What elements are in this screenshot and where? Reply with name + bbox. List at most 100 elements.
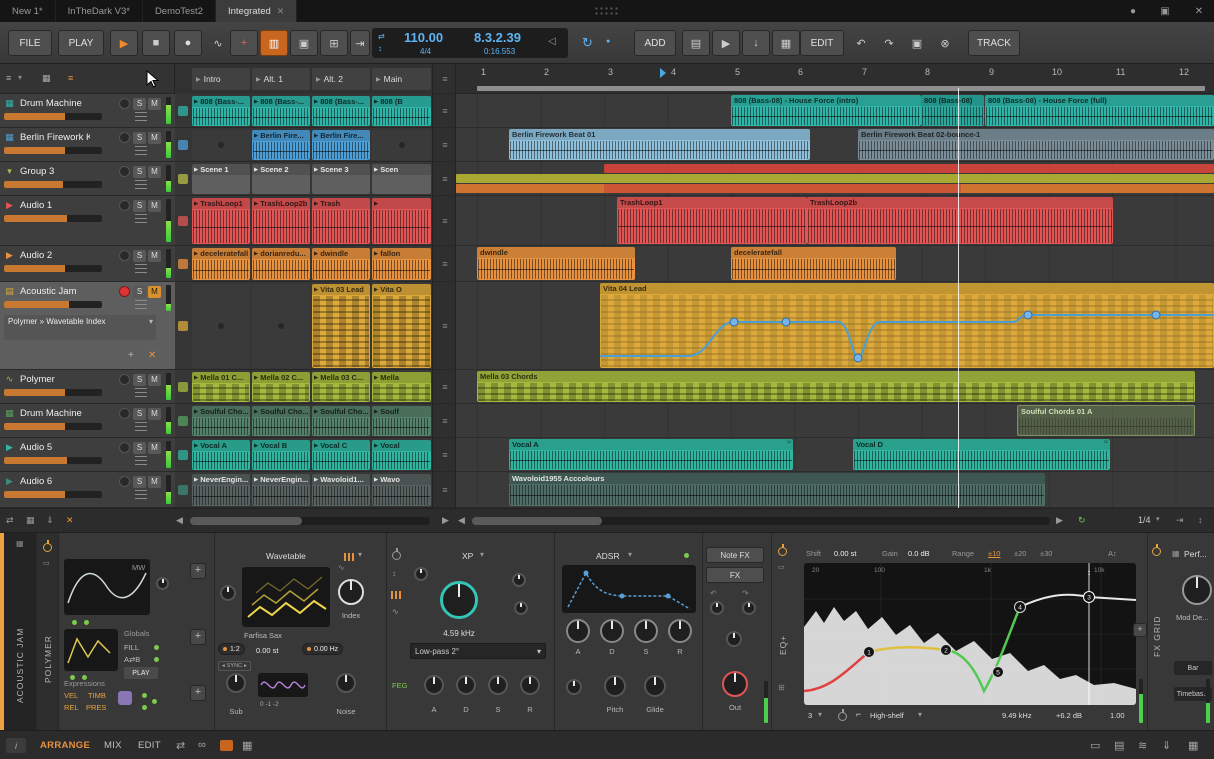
track-options-icon[interactable]: ≡ [433,64,457,94]
volume-slider[interactable] [4,389,102,396]
mute-button[interactable]: M [148,374,161,386]
edit-view-button[interactable]: EDIT [138,740,161,751]
chevron-down-icon[interactable]: ▾ [18,73,22,82]
ratio-param[interactable]: 1:2 [218,643,245,655]
env-release-knob[interactable] [668,619,692,643]
launcher-clip[interactable]: ▶ Mella 03 C... [312,372,370,402]
clip-stop-button[interactable] [178,140,188,150]
track-name[interactable]: Audio 5 [20,442,90,453]
mod-source-dot[interactable] [152,699,157,704]
clip-play-icon[interactable]: ▶ [314,251,318,257]
clip-play-icon[interactable]: ▶ [374,251,378,257]
device-track-rail[interactable]: ▦ ACOUSTIC JAM [4,533,36,731]
tempo-value[interactable]: 110.00 [404,30,443,45]
clip-play-icon[interactable]: ▶ [194,251,198,257]
add-modulator-button[interactable]: + [190,563,206,579]
arranger-track-lane[interactable]: TrashLoop1 TrashLoop2b [456,196,1214,246]
track-options-icon[interactable]: ≡ [433,94,457,128]
noise-knob[interactable] [336,673,356,693]
monitor-button[interactable] [119,476,130,487]
mute-button[interactable]: M [148,250,161,262]
track-header[interactable]: ∿ Polymer S M [0,370,175,404]
track-options-icon[interactable]: ≡ [433,128,457,162]
volume-slider[interactable] [4,147,102,154]
clip-play-icon[interactable]: ▶ [374,167,378,173]
chevron-down-icon[interactable]: ▾ [480,550,484,559]
band-drag-icon[interactable]: ↕ [1087,568,1091,577]
dual-split-icon[interactable]: ⇄ [176,739,185,752]
group-scene-clip[interactable]: ▶ Scene 3 [312,164,370,194]
track-name[interactable]: Polymer [20,374,90,385]
launcher-clip[interactable]: ▶ TrashLoop2b [252,198,310,244]
empty-clip-slot[interactable] [192,130,250,160]
link-views-icon[interactable]: ∞ [198,739,206,751]
empty-clip-slot[interactable] [252,284,310,368]
arranger-clip[interactable]: Berlin Firework Beat 02-bounce-1 [858,129,1214,160]
track-header[interactable]: ▶ Audio 1 S M [0,196,175,246]
mute-button[interactable]: M [148,98,161,110]
zoom-vertical-icon[interactable]: ↕ [1198,515,1203,525]
chevron-down-icon[interactable]: ▾ [818,710,822,719]
launcher-clip[interactable]: ▶ NeverEngin... [252,474,310,506]
track-options-icon[interactable]: ≡ [433,370,457,404]
mixer-meters-icon[interactable]: ▦ [1188,739,1198,752]
empty-clip-slot[interactable] [192,284,250,368]
speaker-icon[interactable]: ◁ [548,36,556,47]
range-30-option[interactable]: ±30 [1040,549,1052,558]
launcher-clip[interactable]: ▶ Vocal B [252,440,310,470]
eq-spectrum-display[interactable]: ↕ 1 2 5 4 3 [804,563,1136,705]
mappings-icon[interactable]: ≋ [1138,739,1147,752]
clip-play-icon[interactable]: ▶ [194,99,198,105]
clip-stop-button[interactable] [178,382,188,392]
project-tab[interactable]: DemoTest2 [143,0,216,22]
mute-button[interactable]: M [148,408,161,420]
solo-button[interactable]: S [133,132,146,144]
filter-section-title[interactable]: XP [462,551,473,561]
arranger-track-lane[interactable]: Vita 04 Lead [456,282,1214,370]
polymer-device-rail[interactable]: ▭ POLYMER [37,533,58,731]
filter-env-icon[interactable]: ∿ [392,607,399,616]
launcher-clip[interactable]: ▶ TrashLoop1 [192,198,250,244]
arranger-track-lane[interactable]: Wavoloid1955 Acccolours [456,472,1214,508]
group-scene-clip[interactable]: ▶ Scene 2 [252,164,310,194]
export-range-button[interactable]: ⇥ [350,30,370,56]
track-name[interactable]: Drum Machine [20,98,90,109]
mod-source-dot[interactable] [154,645,159,650]
restore-window-icon[interactable]: ▣ [1152,0,1178,22]
filter-cutoff-knob[interactable] [440,581,478,619]
eq-band-4-node[interactable]: 4 [1018,605,1022,612]
zoom-fit-button[interactable]: ⊞ [320,30,348,56]
device-display-icon[interactable]: ▭ [43,559,50,567]
collapse-icon[interactable]: ⇓ [46,515,54,526]
env-output-dot[interactable] [684,553,689,558]
clip-play-icon[interactable]: ▶ [314,167,318,173]
solo-button[interactable]: S [133,166,146,178]
scrollbar-thumb[interactable] [190,517,302,525]
grid-icon[interactable]: ▦ [26,515,35,526]
clip-play-icon[interactable]: ▶ [194,443,198,449]
launcher-clip[interactable]: ▶ Vita 03 Lead [312,284,370,368]
fade-icon[interactable]: ≈ [787,439,791,446]
track-header[interactable]: ▶ Audio 2 S M [0,246,175,282]
launcher-clip[interactable]: ▶ Mella 01 C... [192,372,250,402]
launcher-clip[interactable]: ▶ Mella [372,372,431,402]
arranger-scrollbar[interactable] [472,517,1050,525]
auto-scale-icon[interactable]: A↕ [1108,549,1117,558]
close-window-icon[interactable]: ✕ [1186,0,1212,22]
launcher-mode-icon[interactable]: ↕ [378,44,382,53]
clip-play-icon[interactable]: ▶ [254,133,258,139]
arranger-clip[interactable]: TrashLoop2b [807,197,1113,244]
monitor-button[interactable] [119,442,130,453]
clip-stop-button[interactable] [178,450,188,460]
display-profile-icon[interactable]: ▭ [1090,739,1100,752]
play-menu-button[interactable]: PLAY [58,30,104,56]
clip-play-icon[interactable]: ▶ [194,167,198,173]
snap-to-grid-icon[interactable]: ⇥ [1176,515,1184,526]
track-name[interactable]: Audio 1 [20,200,90,211]
fill-toggle[interactable]: FILL [124,643,139,652]
track-header[interactable]: ▶ Audio 5 S M [0,438,175,472]
arranger-track-lane[interactable]: Vocal A ≈ Vocal D ≈ [456,438,1214,472]
arranger-clip[interactable]: Berlin Firework Beat 01 [509,129,810,160]
dice-random-icon[interactable] [118,691,132,705]
solo-button[interactable]: S [133,442,146,454]
